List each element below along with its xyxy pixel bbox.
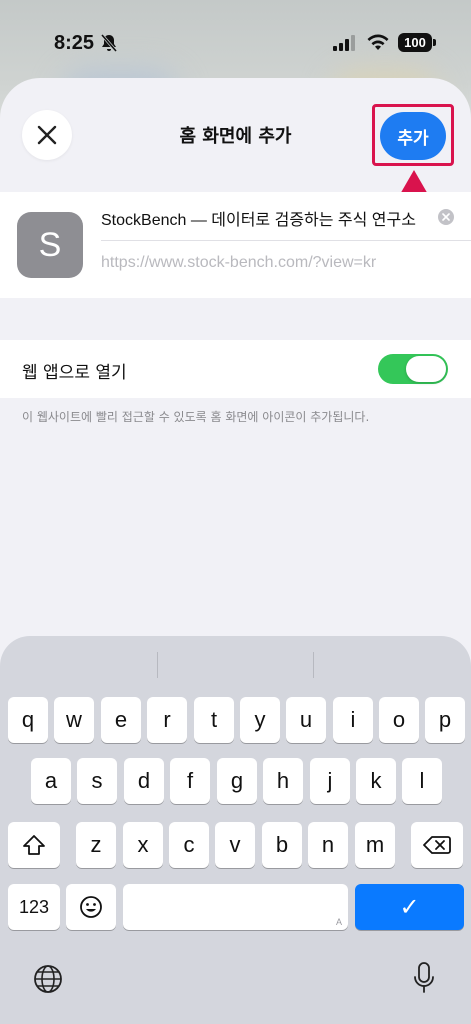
key-m[interactable]: m: [355, 822, 395, 868]
toggle-knob: [406, 356, 446, 382]
bell-off-icon: [100, 34, 118, 52]
delete-key[interactable]: [411, 822, 463, 868]
key-t[interactable]: t: [194, 697, 234, 743]
key-k[interactable]: k: [356, 758, 396, 804]
key-z[interactable]: z: [76, 822, 116, 868]
key-q[interactable]: q: [8, 697, 48, 743]
app-info-card: S StockBench — 데이터로 검증하는 주식 연구소 https://…: [0, 192, 471, 298]
key-e[interactable]: e: [101, 697, 141, 743]
web-app-toggle-area: [0, 340, 471, 398]
key-f[interactable]: f: [170, 758, 210, 804]
footnote: 이 웹사이트에 빨리 접근할 수 있도록 홈 화면에 아이콘이 추가됩니다.: [22, 410, 370, 424]
key-g[interactable]: g: [217, 758, 257, 804]
clear-name-button[interactable]: [438, 209, 454, 225]
key-d[interactable]: d: [124, 758, 164, 804]
key-w[interactable]: w: [54, 697, 94, 743]
sheet-header: 홈 화면에 추가 추가: [0, 78, 471, 196]
key-u[interactable]: u: [286, 697, 326, 743]
signal-icon: [333, 35, 355, 51]
clear-icon: [442, 213, 450, 221]
status-time: 8:25: [54, 32, 95, 54]
key-l[interactable]: l: [402, 758, 442, 804]
emoji-icon: [80, 896, 102, 918]
key-j[interactable]: j: [310, 758, 350, 804]
key-o[interactable]: o: [379, 697, 419, 743]
key-v[interactable]: v: [215, 822, 255, 868]
key-r[interactable]: r: [147, 697, 187, 743]
key-n[interactable]: n: [308, 822, 348, 868]
key-b[interactable]: b: [262, 822, 302, 868]
key-c[interactable]: c: [169, 822, 209, 868]
key-s[interactable]: s: [77, 758, 117, 804]
field-divider: [101, 240, 471, 241]
globe-icon[interactable]: [33, 964, 63, 994]
key-y[interactable]: y: [240, 697, 280, 743]
backspace-icon: [423, 836, 451, 854]
suggestion-separator: [157, 652, 158, 678]
suggestion-separator: [313, 652, 314, 678]
done-key[interactable]: ✓: [355, 884, 464, 930]
app-name-field[interactable]: StockBench — 데이터로 검증하는 주식 연구소: [101, 206, 431, 236]
space-language-mark: A: [335, 917, 342, 927]
app-url: https://www.stock-bench.com/?view=kr: [101, 254, 377, 271]
wifi-icon: [367, 34, 389, 50]
battery-indicator: 100: [398, 33, 432, 52]
app-name-text: StockBench — 데이터로 검증하는 주식 연구소: [101, 212, 416, 229]
app-icon: S: [17, 212, 83, 278]
shift-icon: [23, 835, 45, 855]
shift-key[interactable]: [8, 822, 60, 868]
keyboard: q w e r t y u i o p a s d f g h j k l z …: [0, 636, 471, 1024]
key-i[interactable]: i: [333, 697, 373, 743]
key-a[interactable]: a: [31, 758, 71, 804]
numbers-key[interactable]: 123: [8, 884, 60, 930]
emoji-key[interactable]: [66, 884, 116, 930]
space-key[interactable]: A: [123, 884, 348, 930]
battery-tip: [433, 39, 436, 46]
highlight-box: [372, 104, 454, 166]
status-bar: 8:25 100: [0, 0, 471, 80]
key-h[interactable]: h: [263, 758, 303, 804]
microphone-icon[interactable]: [413, 962, 435, 994]
key-p[interactable]: p: [425, 697, 465, 743]
key-x[interactable]: x: [123, 822, 163, 868]
